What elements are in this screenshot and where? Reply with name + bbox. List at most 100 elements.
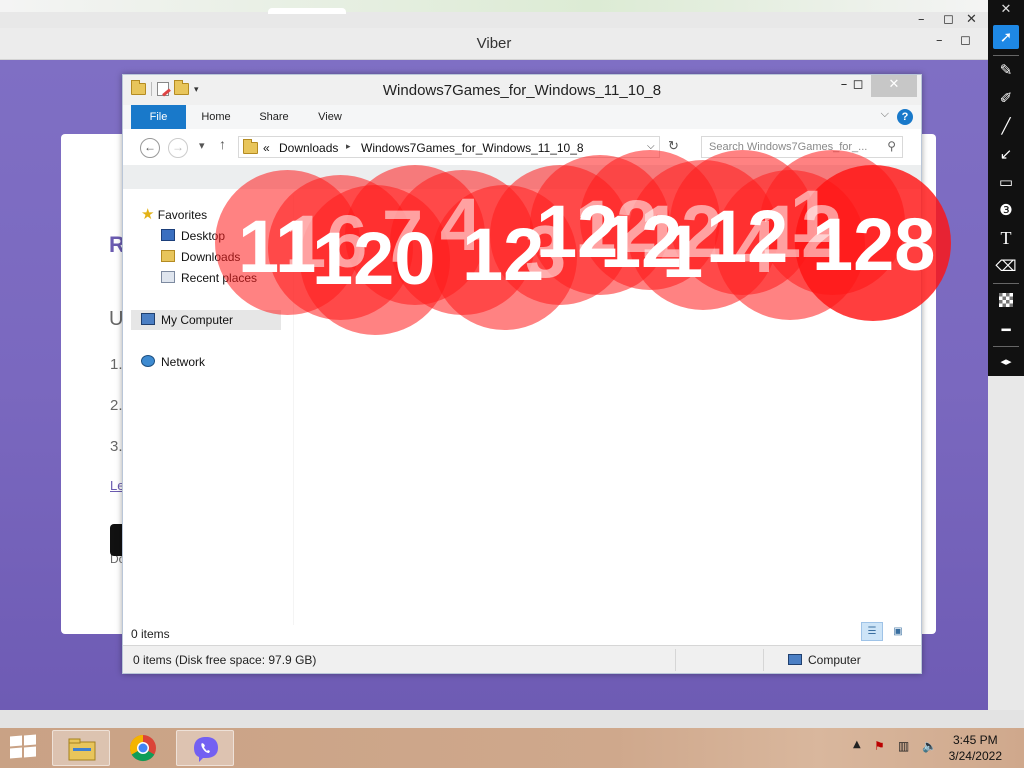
action-center-flag-icon[interactable]: ⚑ [874, 739, 885, 753]
refresh-icon[interactable]: ↻ [668, 138, 679, 154]
expand-toolbar-icon[interactable]: ◂▸ [993, 350, 1019, 374]
tab-share[interactable]: Share [251, 105, 297, 129]
address-bar[interactable]: « Downloads ▸ Windows7Games_for_Windows_… [238, 136, 660, 158]
breadcrumb-downloads[interactable]: Downloads [279, 141, 338, 155]
search-icon[interactable]: ⚲ [887, 139, 896, 153]
tab-chip[interactable] [268, 8, 346, 14]
nav-downloads[interactable]: Downloads [161, 247, 240, 267]
help-icon[interactable]: ? [897, 109, 913, 125]
explorer-window: ▾ Windows7Games_for_Windows_11_10_8 – ◻ … [122, 74, 922, 674]
details-location-label: Computer [808, 653, 861, 667]
viber-icon [194, 737, 218, 762]
network-icon [141, 355, 155, 367]
taskbar-file-explorer[interactable] [52, 730, 110, 766]
taskbar: ▲ ⚑ ▥ 🔈 3:45 PM 3/24/2022 [0, 728, 1024, 768]
view-switcher: ☰ ▣ [861, 622, 909, 641]
outer-maximize-button[interactable]: ◻ [943, 12, 954, 27]
nav-my-computer-label: My Computer [161, 313, 234, 327]
step-2-fragment: 2. [110, 397, 123, 414]
clock-date: 3/24/2022 [948, 749, 1002, 763]
step-3-fragment: 3. [110, 438, 123, 455]
search-placeholder: Search Windows7Games_for_... [709, 141, 868, 153]
up-button[interactable]: ↑ [219, 136, 226, 152]
nav-desktop[interactable]: Desktop [161, 226, 225, 246]
breadcrumb-current-folder[interactable]: Windows7Games_for_Windows_11_10_8 [361, 141, 584, 155]
taskbar-viber[interactable] [176, 730, 234, 766]
clock-time: 3:45 PM [952, 733, 998, 747]
navigation-bar: ← → ▾ ↑ « Downloads ▸ Windows7Games_for_… [123, 129, 921, 165]
ribbon-tabs: File Home Share View ⌵ ? [123, 105, 921, 129]
outer-close-button[interactable]: ✕ [966, 12, 977, 27]
text-tool-icon[interactable]: T [993, 226, 1019, 250]
nav-network[interactable]: Network [141, 352, 205, 372]
nav-downloads-label: Downloads [181, 250, 241, 264]
eraser-tool-icon[interactable]: ⌫ [993, 254, 1019, 278]
file-explorer-icon [68, 738, 96, 761]
desktop-icon [161, 229, 175, 241]
step-1-fragment: 1. [110, 356, 123, 373]
viber-minimize-button[interactable]: – [936, 33, 943, 48]
tools-row [123, 165, 921, 189]
annotation-close-button[interactable]: ✕ [988, 2, 1024, 17]
outer-minimize-button[interactable]: – [918, 12, 925, 27]
nav-favorites-label: Favorites [157, 208, 208, 222]
nav-recent-places[interactable]: Recent places [161, 268, 257, 288]
details-location: Computer [788, 653, 861, 667]
volume-muted-icon[interactable]: 🔈 [922, 739, 937, 753]
address-dropdown-icon[interactable]: ⌵ [647, 141, 655, 152]
top-tab-strip [0, 0, 988, 14]
viber-bottom-strip [0, 710, 1024, 728]
numbering-tool-icon[interactable]: ❸ [993, 198, 1019, 222]
tab-file[interactable]: File [131, 105, 186, 129]
opacity-tool-icon[interactable] [993, 288, 1019, 312]
system-clock[interactable]: 3:45 PM 3/24/2022 [949, 732, 1002, 764]
nav-favorites[interactable]: ★ Favorites [141, 205, 207, 225]
breadcrumb-separator-icon[interactable]: ▸ [346, 141, 351, 152]
network-status-icon[interactable]: ▥ [898, 739, 909, 753]
explorer-maximize-button[interactable]: ◻ [843, 75, 873, 97]
explorer-titlebar: ▾ Windows7Games_for_Windows_11_10_8 – ◻ … [123, 75, 921, 105]
toolbar-divider [993, 283, 1019, 284]
disk-space-status: 0 items (Disk free space: 97.9 GB) [133, 653, 317, 667]
downloads-icon [161, 250, 175, 262]
nav-desktop-label: Desktop [181, 229, 226, 243]
details-bar: 0 items (Disk free space: 97.9 GB) Compu… [123, 645, 921, 673]
nav-network-label: Network [161, 355, 206, 369]
recent-locations-chevron-icon[interactable]: ▾ [199, 139, 205, 152]
details-view-button[interactable]: ☰ [861, 622, 883, 641]
address-overflow[interactable]: « [263, 141, 270, 155]
taskbar-chrome[interactable] [114, 730, 172, 766]
arrow-tool-icon[interactable]: ↙ [993, 142, 1019, 166]
viber-window-title: Viber [476, 35, 512, 52]
ribbon-expand-chevron-icon[interactable]: ⌵ [881, 108, 889, 121]
star-icon: ★ [141, 206, 155, 223]
details-divider [763, 649, 764, 671]
computer-icon [141, 313, 155, 325]
search-box[interactable]: Search Windows7Games_for_... ⚲ [701, 136, 903, 158]
nav-recent-places-label: Recent places [181, 271, 258, 285]
nav-my-computer[interactable]: My Computer [131, 310, 281, 330]
rectangle-tool-icon[interactable]: ▭ [993, 170, 1019, 194]
forward-button[interactable]: → [168, 138, 188, 158]
chrome-icon [129, 734, 156, 762]
viber-titlebar: Viber – ◻ [0, 28, 988, 60]
back-button[interactable]: ← [140, 138, 160, 158]
pencil-tool-icon[interactable]: ✎ [993, 58, 1019, 82]
show-hidden-icons-icon[interactable]: ▲ [853, 739, 861, 750]
large-icons-view-button[interactable]: ▣ [887, 622, 909, 641]
line-width-tool-icon[interactable]: ━ [993, 318, 1019, 342]
pointer-tool-icon[interactable]: ➚ [993, 25, 1019, 49]
start-button[interactable] [10, 734, 38, 760]
details-divider [675, 649, 676, 671]
pane-divider[interactable] [293, 195, 294, 625]
explorer-title: Windows7Games_for_Windows_11_10_8 [382, 82, 662, 99]
explorer-close-button[interactable]: ✕ [871, 75, 917, 97]
tab-home[interactable]: Home [193, 105, 239, 129]
navigation-pane: ★ Favorites Desktop Downloads Recent pla… [131, 195, 291, 625]
toolbar-divider [993, 55, 1019, 56]
tab-view[interactable]: View [307, 105, 353, 129]
highlighter-tool-icon[interactable]: ✐ [993, 86, 1019, 110]
viber-maximize-button[interactable]: ◻ [960, 33, 971, 48]
line-tool-icon[interactable]: ╱ [993, 114, 1019, 138]
toolbar-divider [993, 346, 1019, 347]
